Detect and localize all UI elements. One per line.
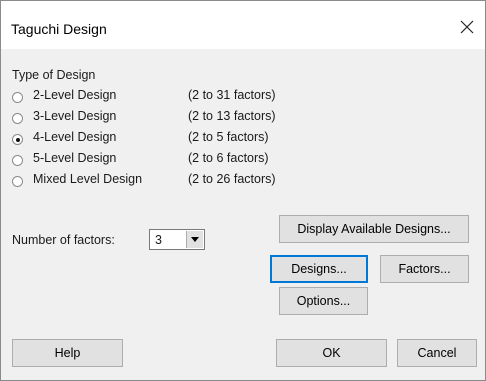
radio-4-level[interactable] bbox=[12, 134, 23, 145]
radio-mixed-level[interactable] bbox=[12, 176, 23, 187]
close-button[interactable] bbox=[453, 13, 481, 41]
number-of-factors-label: Number of factors: bbox=[12, 233, 115, 247]
ok-button[interactable]: OK bbox=[276, 339, 387, 367]
design-type-label: 2-Level Design bbox=[33, 88, 117, 102]
designs-button[interactable]: Designs... bbox=[270, 255, 368, 283]
taguchi-design-dialog: Taguchi Design Type of Design 2-Level De… bbox=[0, 0, 486, 381]
design-type-range: (2 to 26 factors) bbox=[188, 172, 276, 186]
number-of-factors-select[interactable]: 3 bbox=[149, 229, 205, 250]
help-button[interactable]: Help bbox=[12, 339, 123, 367]
dialog-title: Taguchi Design bbox=[11, 21, 107, 37]
factors-button[interactable]: Factors... bbox=[380, 255, 469, 283]
radio-3-level[interactable] bbox=[12, 113, 23, 124]
design-type-label: 3-Level Design bbox=[33, 109, 117, 123]
dialog-body: Type of Design 2-Level Design (2 to 31 f… bbox=[1, 49, 485, 380]
close-icon bbox=[460, 20, 474, 34]
number-of-factors-value: 3 bbox=[155, 233, 162, 247]
title-bar: Taguchi Design bbox=[1, 1, 485, 49]
chevron-down-icon bbox=[191, 237, 199, 242]
design-type-label: 4-Level Design bbox=[33, 130, 117, 144]
design-type-range: (2 to 13 factors) bbox=[188, 109, 276, 123]
type-of-design-label: Type of Design bbox=[12, 68, 96, 82]
dropdown-button[interactable] bbox=[186, 231, 203, 248]
design-type-range: (2 to 5 factors) bbox=[188, 130, 269, 144]
design-type-label: Mixed Level Design bbox=[33, 172, 143, 186]
design-type-range: (2 to 31 factors) bbox=[188, 88, 276, 102]
design-type-label: 5-Level Design bbox=[33, 151, 117, 165]
options-button[interactable]: Options... bbox=[279, 287, 368, 315]
design-type-range: (2 to 6 factors) bbox=[188, 151, 269, 165]
radio-5-level[interactable] bbox=[12, 155, 23, 166]
cancel-button[interactable]: Cancel bbox=[397, 339, 477, 367]
radio-2-level[interactable] bbox=[12, 92, 23, 103]
display-available-designs-button[interactable]: Display Available Designs... bbox=[279, 215, 469, 243]
